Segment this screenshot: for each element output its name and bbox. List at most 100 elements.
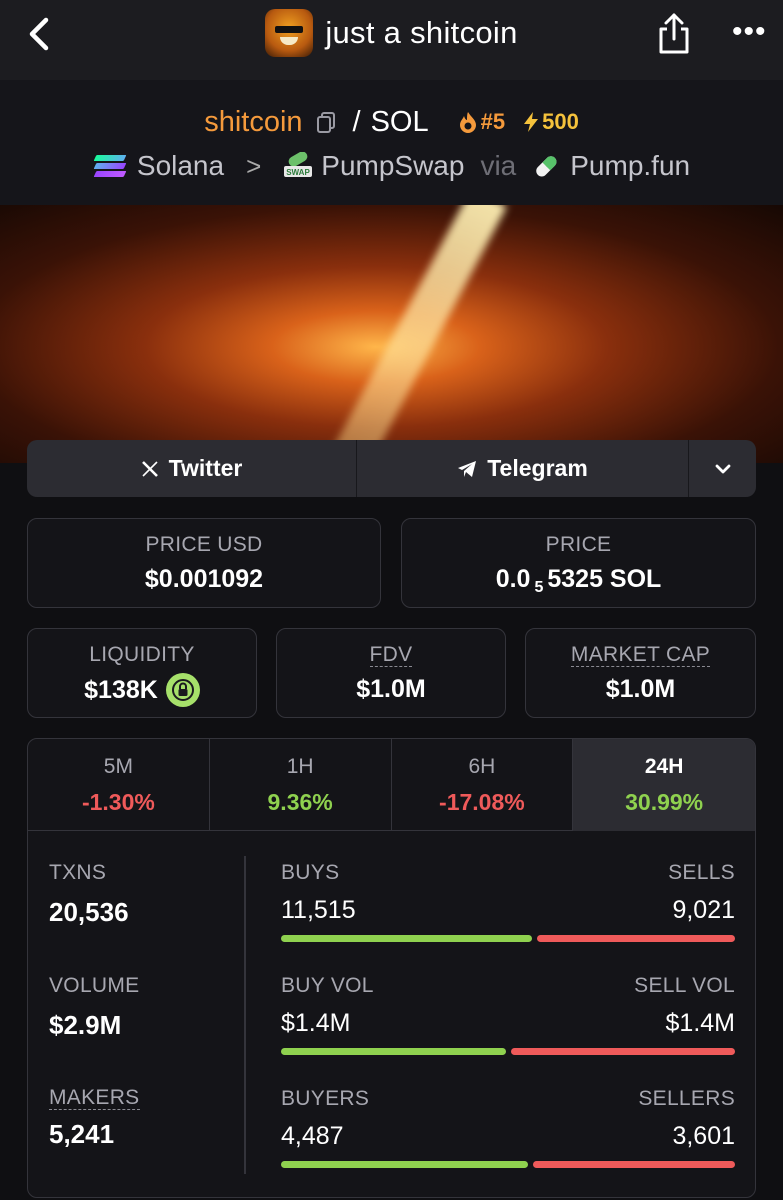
chevron-down-icon xyxy=(715,464,730,473)
tab-label: 1H xyxy=(286,755,314,778)
tab-5m[interactable]: 5M -1.30% xyxy=(28,739,210,831)
buyers-ratio-bar xyxy=(281,1161,735,1168)
social-links-bar: Twitter Telegram xyxy=(27,440,756,497)
lightning-icon xyxy=(524,112,539,132)
copy-address-icon[interactable] xyxy=(315,110,337,134)
makers-metric[interactable]: MAKERS 5,241 xyxy=(49,1087,140,1150)
price-native-card: PRICE 0.0 5 5325 SOL xyxy=(401,518,756,608)
buys-value: 11,515 xyxy=(281,896,356,924)
liquidity-lock-icon[interactable] xyxy=(165,673,200,707)
price-change-value: 30.99% xyxy=(625,789,704,815)
market-cap-label: MARKET CAP xyxy=(570,643,711,667)
top-navigation-bar: just a shitcoin ••• xyxy=(0,0,783,80)
buyers-label: BUYERS xyxy=(281,1087,370,1110)
volume-ratio-bar xyxy=(281,1048,735,1055)
buy-vol-label: BUY VOL xyxy=(281,974,374,997)
sell-vol-value: $1.4M xyxy=(665,1009,735,1037)
share-icon[interactable] xyxy=(655,10,693,56)
sells-label: SELLS xyxy=(668,861,735,884)
market-cap-value: $1.0M xyxy=(605,675,676,703)
dex-name[interactable]: PumpSwap xyxy=(321,150,464,182)
buy-vol-bar-fill xyxy=(281,1048,506,1055)
chevron-right-icon: > xyxy=(246,150,262,181)
price-change-value: 9.36% xyxy=(267,789,333,815)
sells-bar-fill xyxy=(537,935,735,942)
volume-metric: VOLUME $2.9M xyxy=(49,974,140,1041)
price-change-value: -17.08% xyxy=(439,789,525,815)
buy-vol-value: $1.4M xyxy=(281,1009,351,1037)
pumpfun-pill-icon xyxy=(532,152,560,180)
makers-value: 5,241 xyxy=(49,1119,115,1149)
more-options-icon[interactable]: ••• xyxy=(732,17,767,47)
fdv-value: $1.0M xyxy=(356,675,426,703)
telegram-plane-icon xyxy=(458,460,477,477)
buy-sell-volume-split: BUY VOL SELL VOL $1.4M $1.4M xyxy=(281,974,735,1055)
price-native-zero-count: 5 xyxy=(534,578,544,596)
pair-header: shitcoin / SOL #5 500 Solana > SWAP Pump… xyxy=(0,80,783,205)
base-token-symbol[interactable]: shitcoin xyxy=(204,106,302,139)
page-title: just a shitcoin xyxy=(325,15,518,50)
token-banner-image xyxy=(0,205,783,463)
tab-label: 6H xyxy=(468,755,496,778)
sell-vol-bar-fill xyxy=(511,1048,735,1055)
more-links-dropdown[interactable] xyxy=(689,440,756,497)
tab-6h[interactable]: 6H -17.08% xyxy=(392,739,574,831)
sellers-value: 3,601 xyxy=(672,1122,735,1150)
via-label: via xyxy=(480,150,517,181)
price-native-prefix: 0.0 xyxy=(495,565,531,593)
fdv-label: FDV xyxy=(369,643,413,667)
buys-bar-fill xyxy=(281,935,532,942)
launchpad-name[interactable]: Pump.fun xyxy=(570,150,690,182)
pair-title-row: shitcoin / SOL #5 500 xyxy=(0,102,783,142)
tab-24h[interactable]: 24H 30.99% xyxy=(573,739,755,831)
twitter-label: Twitter xyxy=(168,455,243,481)
price-native-label: PRICE xyxy=(545,533,612,556)
sells-value: 9,021 xyxy=(672,896,735,924)
fdv-card[interactable]: FDV $1.0M xyxy=(276,628,506,718)
liquidity-card: LIQUIDITY $138K xyxy=(27,628,257,718)
market-cap-card[interactable]: MARKET CAP $1.0M xyxy=(525,628,756,718)
volume-label: VOLUME xyxy=(49,974,140,997)
trending-rank-value: #5 xyxy=(480,109,506,134)
buyers-bar-fill xyxy=(281,1161,528,1168)
buys-sells-ratio-bar xyxy=(281,935,735,942)
svg-text:SWAP: SWAP xyxy=(286,168,310,177)
trending-rank-badge[interactable]: #5 xyxy=(459,109,505,135)
telegram-label: Telegram xyxy=(487,455,588,481)
pumpswap-logo-icon: SWAP xyxy=(283,151,313,180)
liquidity-label: LIQUIDITY xyxy=(89,643,195,666)
x-logo-icon xyxy=(141,460,158,477)
price-usd-value: $0.001092 xyxy=(144,565,264,593)
buys-sells-split: BUYS SELLS 11,515 9,021 xyxy=(281,861,735,942)
sellers-bar-fill xyxy=(533,1161,735,1168)
tab-1h[interactable]: 1H 9.36% xyxy=(210,739,392,831)
twitter-button[interactable]: Twitter xyxy=(27,440,357,497)
timeframe-tabs: 5M -1.30% 1H 9.36% 6H -17.08% 24H 30.99% xyxy=(28,739,755,831)
boost-value: 500 xyxy=(542,109,579,134)
price-native-digits: 5325 SOL xyxy=(547,565,662,593)
stats-divider xyxy=(244,856,246,1174)
buyers-sellers-split: BUYERS SELLERS 4,487 3,601 xyxy=(281,1087,735,1168)
buyers-value: 4,487 xyxy=(281,1122,344,1150)
boost-badge[interactable]: 500 xyxy=(523,109,579,135)
liquidity-value: $138K xyxy=(84,675,158,704)
txns-label: TXNS xyxy=(49,861,107,884)
txns-value: 20,536 xyxy=(49,897,129,927)
pair-separator: / xyxy=(352,105,361,138)
volume-value: $2.9M xyxy=(49,1010,122,1040)
tab-label: 24H xyxy=(644,755,684,778)
trading-stats-panel: 5M -1.30% 1H 9.36% 6H -17.08% 24H 30.99%… xyxy=(27,738,756,1198)
tab-label: 5M xyxy=(103,755,133,778)
solana-logo-icon xyxy=(93,153,127,179)
flame-icon xyxy=(459,112,476,133)
price-usd-card: PRICE USD $0.001092 xyxy=(27,518,381,608)
buys-label: BUYS xyxy=(281,861,340,884)
chain-name[interactable]: Solana xyxy=(137,150,224,182)
makers-label: MAKERS xyxy=(49,1086,140,1110)
price-usd-label: PRICE USD xyxy=(145,533,263,556)
chain-breadcrumb: Solana > SWAP PumpSwap via Pump.fun xyxy=(0,146,783,186)
telegram-button[interactable]: Telegram xyxy=(357,440,689,497)
price-change-value: -1.30% xyxy=(81,789,155,815)
quote-token-symbol: SOL xyxy=(370,105,429,138)
sell-vol-label: SELL VOL xyxy=(634,974,735,997)
